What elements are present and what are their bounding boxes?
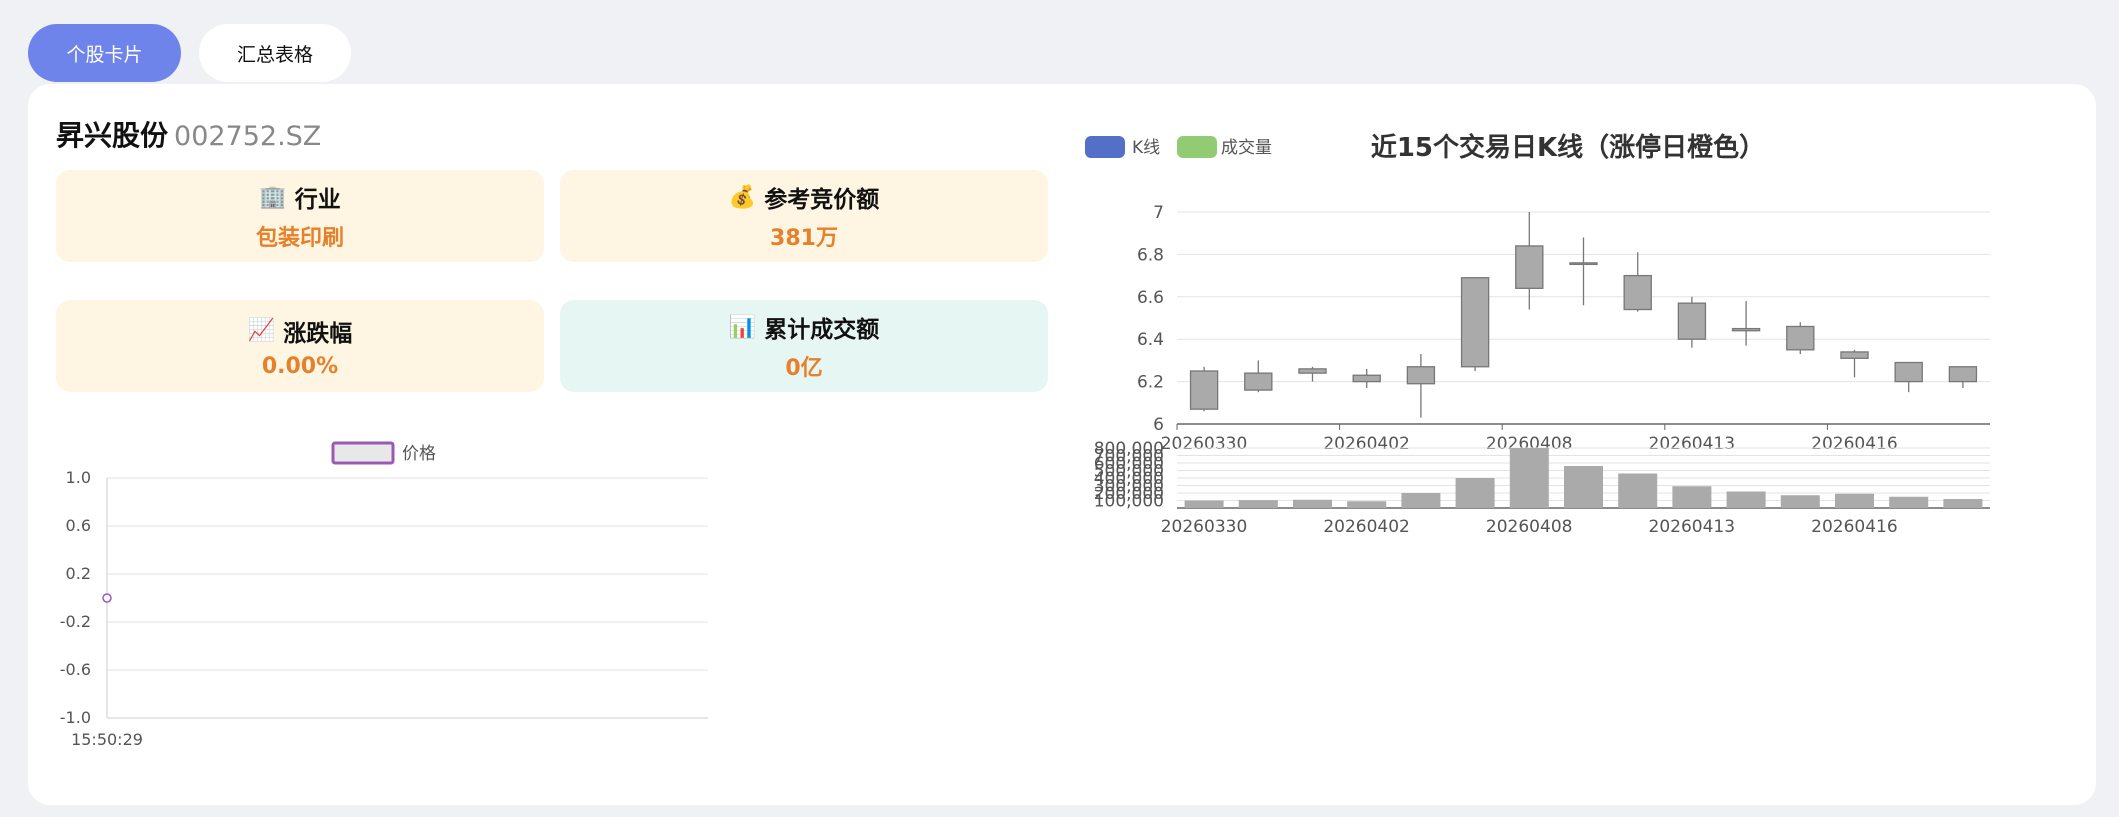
candle-body [1731,327,1761,332]
volume-x-tick-label: 20260408 [1486,517,1573,537]
volume-bar [1292,499,1333,508]
x-tick-label: 20260402 [1323,434,1410,454]
volume-bar [1184,500,1224,508]
y-tick-label: -1.0 [60,708,91,727]
y-tick-label: 6.6 [1137,288,1164,308]
volume-y-tick-label: 100,000 [1094,492,1164,512]
candle-body [1677,302,1707,340]
candle-body [1352,374,1381,383]
y-tick-label: 6.2 [1137,373,1164,393]
volume-bar [1889,496,1929,508]
candle-body [1406,366,1436,385]
volume-bar [1509,448,1549,508]
volume-bar [1726,491,1766,508]
volume-bar [1238,500,1278,508]
volume-bar [1618,473,1658,508]
charts-layer: 1.0 0.6 0.2 -0.2 -0.6 -1.0 价格 15:50:29 K线 成交量 近15个… [60,132,1990,749]
legend-swatch-price [331,441,395,465]
y-tick-label: -0.2 [60,612,91,631]
legend-swatch-kline [1085,136,1125,158]
candle-body [1298,368,1327,374]
volume-bar [1563,466,1604,508]
candle-body [1244,372,1273,391]
candle-body [1189,370,1219,410]
chart-title: 近15个交易日K线（涨停日橙色） [1371,132,1765,163]
x-tick-label: 20260416 [1811,434,1898,454]
y-tick-label: 6 [1153,415,1164,435]
y-tick-label: 0.6 [66,516,91,535]
candle-body [1786,325,1815,351]
y-tick-label: 1.0 [66,468,91,487]
candle-body [1894,361,1923,383]
volume-x-tick-label: 20260330 [1161,517,1248,537]
candle-body [1623,274,1652,311]
y-tick-label: 6.4 [1137,330,1164,350]
candle-body [1569,262,1598,266]
volume-bar [1455,478,1495,508]
volume-bar [1401,493,1441,508]
legend-label-kline: K线 [1132,138,1160,158]
legend-label-volume: 成交量 [1221,138,1272,158]
candle-body [1515,245,1544,289]
candle-body [1840,351,1869,359]
volume-bar [1780,495,1820,508]
y-tick-label: 0.2 [66,564,91,583]
volume-x-tick-label: 20260416 [1811,517,1898,537]
volume-bar [1672,486,1712,508]
volume-x-tick-label: 20260402 [1323,517,1410,537]
legend-label-price: 价格 [402,444,436,464]
x-tick-label: 15:50:29 [71,730,143,749]
x-tick-label: 20260413 [1649,434,1736,454]
y-tick-label: 7 [1153,203,1164,223]
legend-swatch-volume [1177,136,1217,158]
x-tick-label: 20260330 [1161,434,1248,454]
y-tick-label: 6.8 [1137,245,1164,265]
volume-bar [1834,493,1875,508]
y-tick-label: -0.6 [60,660,91,679]
volume-bar [1347,501,1387,508]
price-point [102,593,112,603]
candle-body [1948,366,1978,383]
volume-bar [1943,499,1983,508]
candle-body [1460,277,1490,368]
volume-x-tick-label: 20260413 [1649,517,1736,537]
